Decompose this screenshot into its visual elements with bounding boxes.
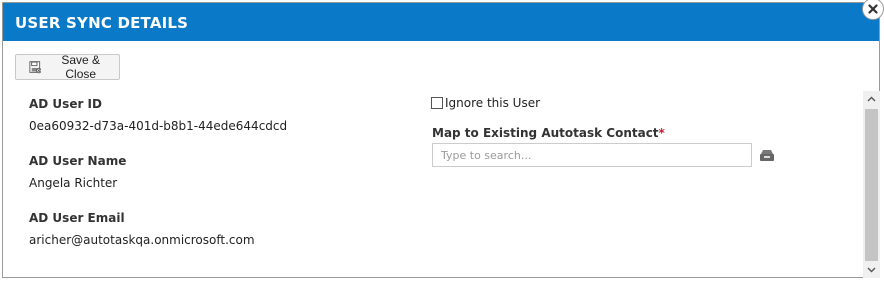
close-icon xyxy=(868,4,878,14)
ad-user-email-label: AD User Email xyxy=(29,211,125,225)
chevron-down-icon xyxy=(867,267,876,273)
chevron-up-icon xyxy=(867,96,876,102)
dialog-titlebar: USER SYNC DETAILS xyxy=(3,3,879,41)
required-marker: * xyxy=(658,126,665,140)
map-contact-label: Map to Existing Autotask Contact* xyxy=(432,126,665,140)
contact-search-input[interactable] xyxy=(432,143,752,167)
save-close-button[interactable]: Save & Close xyxy=(15,53,120,81)
dialog-title: USER SYNC DETAILS xyxy=(15,14,189,32)
map-contact-label-text: Map to Existing Autotask Contact xyxy=(432,126,659,140)
ad-user-id-value: 0ea60932-d73a-401d-b8b1-44ede644cdcd xyxy=(29,119,288,133)
user-sync-details-dialog: USER SYNC DETAILS Save & Close AD User I… xyxy=(2,2,880,278)
ignore-user-checkbox[interactable] xyxy=(431,97,443,109)
scroll-thumb[interactable] xyxy=(865,109,878,261)
scroll-up-arrow[interactable] xyxy=(863,92,880,106)
save-close-label: Save & Close xyxy=(61,53,101,81)
dialog-content: AD User ID 0ea60932-d73a-401d-b8b1-44ede… xyxy=(3,91,863,279)
ad-user-name-label: AD User Name xyxy=(29,154,127,168)
close-button[interactable] xyxy=(862,0,884,20)
save-icon xyxy=(29,61,42,74)
ad-user-name-value: Angela Richter xyxy=(29,176,118,190)
vertical-scrollbar[interactable] xyxy=(863,91,880,278)
scroll-down-arrow[interactable] xyxy=(863,263,880,277)
ad-user-id-label: AD User ID xyxy=(29,97,102,111)
ignore-user-option[interactable]: Ignore this User xyxy=(431,96,540,110)
lookup-icon[interactable] xyxy=(759,148,775,162)
ad-user-email-value: aricher@autotaskqa.onmicrosoft.com xyxy=(29,233,255,247)
ignore-user-label: Ignore this User xyxy=(445,96,541,110)
